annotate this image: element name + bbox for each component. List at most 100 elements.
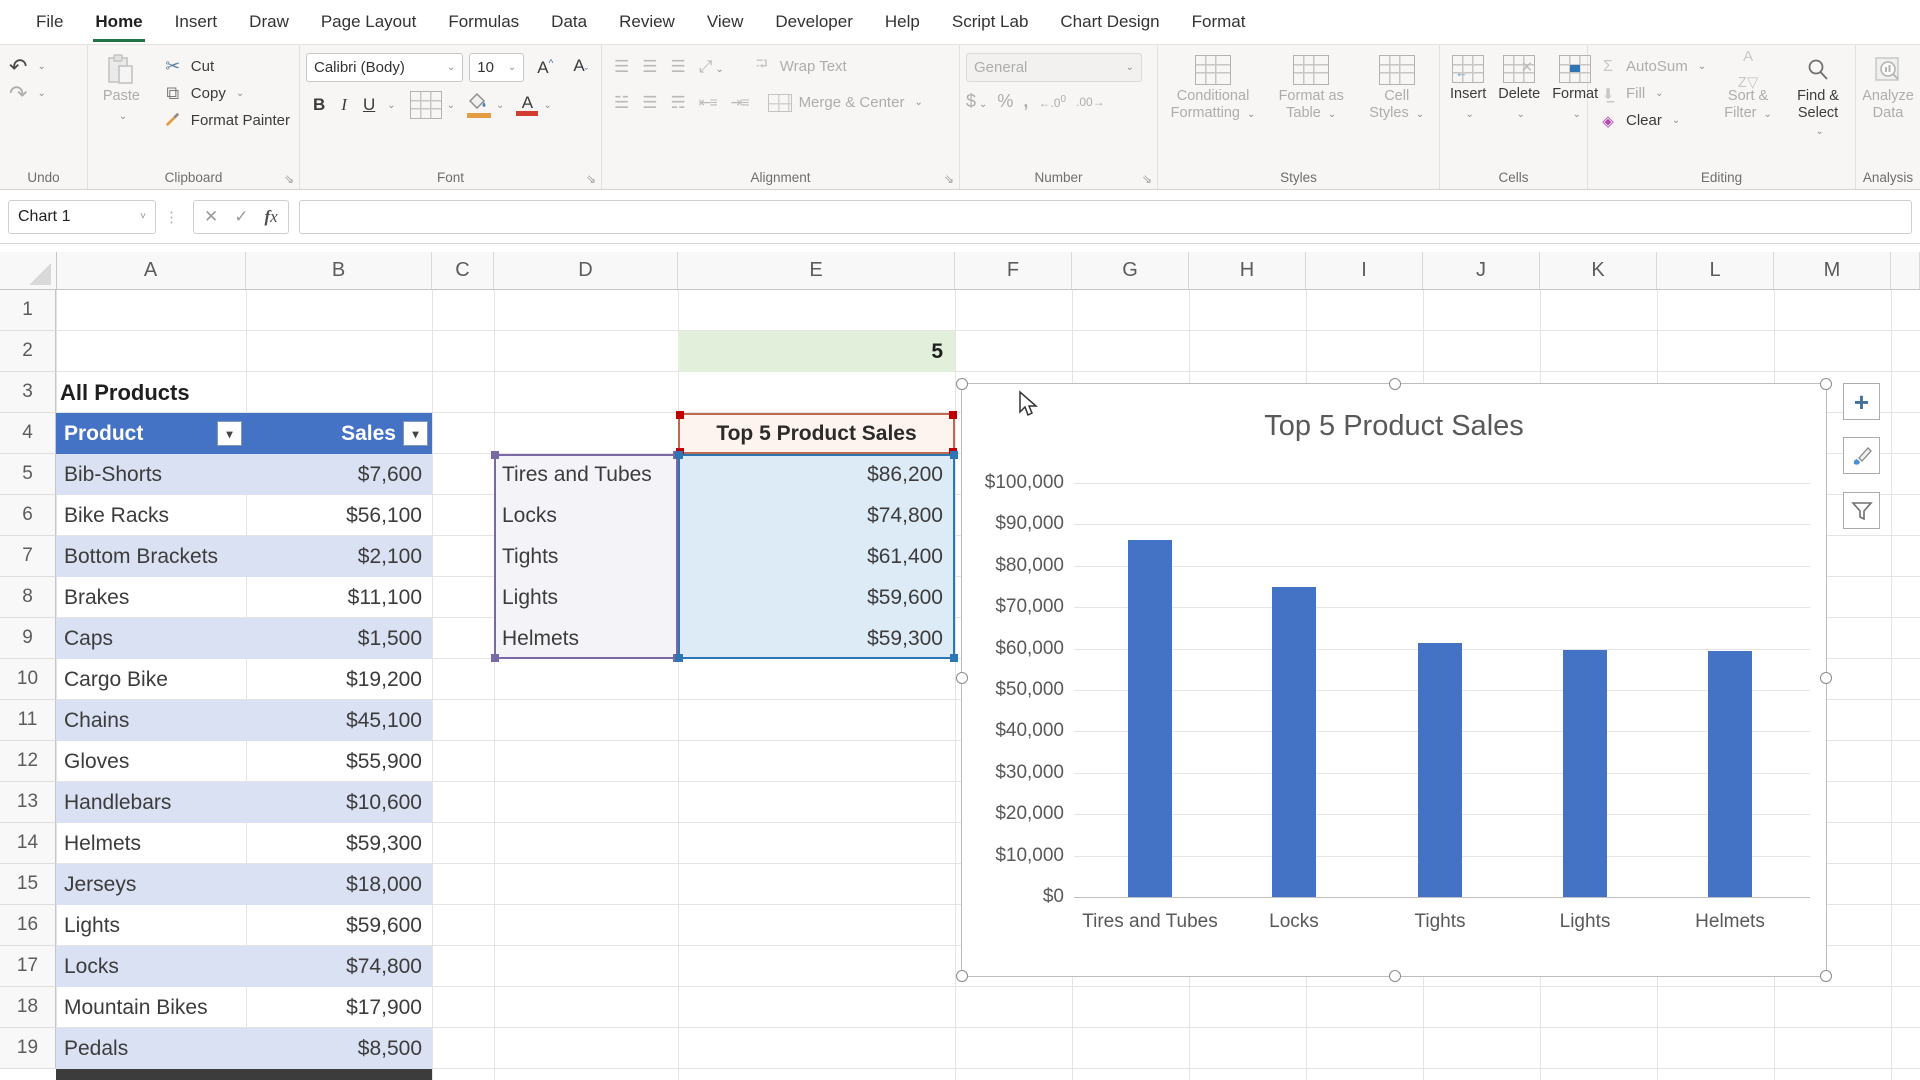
column-header-L[interactable]: L bbox=[1657, 252, 1774, 289]
grow-font-button[interactable]: A^ bbox=[530, 56, 560, 80]
tab-data[interactable]: Data bbox=[535, 0, 603, 44]
top5-sales-cell[interactable]: $74,800 bbox=[680, 495, 943, 536]
paste-button[interactable]: Paste ⌄ bbox=[94, 53, 149, 127]
top5-name-cell[interactable]: Locks bbox=[502, 495, 674, 536]
product-name-cell[interactable]: Bottom Brackets bbox=[56, 536, 246, 577]
product-name-cell[interactable]: Brakes bbox=[56, 577, 246, 618]
product-name-cell[interactable]: Bike Racks bbox=[56, 495, 246, 536]
chart-elements-button[interactable]: + bbox=[1843, 383, 1880, 420]
analyze-data-button[interactable]: Analyze Data bbox=[1862, 53, 1914, 124]
font-name-select[interactable]: Calibri (Body)⌄ bbox=[306, 53, 463, 82]
row-header-12[interactable]: 12 bbox=[0, 741, 56, 782]
row-header-11[interactable]: 11 bbox=[0, 700, 56, 741]
product-sales-cell[interactable]: $8,500 bbox=[246, 1028, 432, 1069]
tab-developer[interactable]: Developer bbox=[759, 0, 869, 44]
row-header-17[interactable]: 17 bbox=[0, 946, 56, 987]
clear-button[interactable]: ◈ Clear⌄ bbox=[1594, 107, 1709, 134]
chart-handle-middle-left[interactable] bbox=[956, 672, 968, 684]
comma-style-button[interactable]: , bbox=[1023, 91, 1028, 112]
row-header-1[interactable]: 1 bbox=[0, 290, 56, 331]
align-bottom-button[interactable]: ☰ bbox=[665, 56, 691, 78]
tab-home[interactable]: Home bbox=[79, 0, 158, 44]
number-format-select[interactable]: General⌄ bbox=[966, 53, 1142, 82]
undo-button[interactable]: ↶⌄ bbox=[6, 53, 81, 80]
align-left-button[interactable]: ☱ bbox=[608, 92, 634, 114]
product-name-cell[interactable]: Cargo Bike bbox=[56, 659, 246, 700]
tab-formulas[interactable]: Formulas bbox=[432, 0, 535, 44]
chart-filters-button[interactable] bbox=[1843, 492, 1880, 529]
product-name-cell[interactable]: Pedals bbox=[56, 1028, 246, 1069]
column-header-E[interactable]: E bbox=[678, 252, 955, 289]
number-dialog-launcher-icon[interactable]: ⇘ bbox=[1142, 172, 1152, 186]
chart-handle-middle-right[interactable] bbox=[1820, 672, 1832, 684]
top5-name-cell[interactable]: Tires and Tubes bbox=[502, 454, 674, 495]
product-sales-cell[interactable]: $18,000 bbox=[246, 864, 432, 905]
conditional-formatting-button[interactable]: Conditional Formatting ⌄ bbox=[1164, 53, 1262, 163]
chart-handle-bottom-right[interactable] bbox=[1820, 970, 1832, 982]
product-sales-cell[interactable]: $2,100 bbox=[246, 536, 432, 577]
tab-draw[interactable]: Draw bbox=[233, 0, 305, 44]
column-header-M[interactable]: M bbox=[1774, 252, 1891, 289]
column-header-A[interactable]: A bbox=[56, 252, 246, 289]
select-all-button[interactable] bbox=[0, 252, 57, 289]
chart-styles-button[interactable] bbox=[1843, 437, 1880, 474]
row-header-13[interactable]: 13 bbox=[0, 782, 56, 823]
format-as-table-button[interactable]: Format as Table ⌄ bbox=[1268, 53, 1354, 163]
enter-icon[interactable]: ✓ bbox=[234, 207, 248, 227]
column-header-G[interactable]: G bbox=[1072, 252, 1189, 289]
tab-page-layout[interactable]: Page Layout bbox=[305, 0, 432, 44]
top5-name-cell[interactable]: Lights bbox=[502, 577, 674, 618]
bar-locks[interactable] bbox=[1272, 587, 1316, 897]
italic-button[interactable]: I bbox=[334, 93, 354, 117]
product-sales-cell[interactable]: $45,100 bbox=[246, 700, 432, 741]
fill-color-button[interactable] bbox=[467, 93, 491, 118]
column-header-K[interactable]: K bbox=[1540, 252, 1657, 289]
column-header-J[interactable]: J bbox=[1423, 252, 1540, 289]
align-top-button[interactable]: ☰ bbox=[608, 56, 634, 78]
row-header-8[interactable]: 8 bbox=[0, 577, 56, 618]
product-column-header[interactable]: Product▾ bbox=[56, 413, 246, 454]
product-name-cell[interactable]: Jerseys bbox=[56, 864, 246, 905]
row-header-7[interactable]: 7 bbox=[0, 536, 56, 577]
product-name-cell[interactable]: Lights bbox=[56, 905, 246, 946]
delete-cells-button[interactable]: ✕ Delete ⌄ bbox=[1494, 53, 1544, 163]
product-sales-cell[interactable]: $1,500 bbox=[246, 618, 432, 659]
column-header-F[interactable]: F bbox=[955, 252, 1072, 289]
product-sales-cell[interactable]: $10,600 bbox=[246, 782, 432, 823]
top5-sales-cell[interactable]: $61,400 bbox=[680, 536, 943, 577]
chart-title[interactable]: Top 5 Product Sales bbox=[962, 410, 1826, 443]
font-size-select[interactable]: 10⌄ bbox=[469, 53, 524, 82]
column-header-C[interactable]: C bbox=[432, 252, 494, 289]
bar-lights[interactable] bbox=[1563, 650, 1607, 897]
alignment-dialog-launcher-icon[interactable]: ⇘ bbox=[944, 172, 954, 186]
font-color-button[interactable]: A bbox=[516, 95, 538, 116]
borders-button[interactable] bbox=[410, 91, 442, 119]
top5-sales-cell[interactable]: $86,200 bbox=[680, 454, 943, 495]
insert-function-icon[interactable]: fx bbox=[265, 207, 278, 227]
accounting-format-button[interactable]: $⌄ bbox=[966, 91, 987, 112]
product-filter-button[interactable]: ▾ bbox=[217, 421, 242, 446]
product-name-cell[interactable]: Chains bbox=[56, 700, 246, 741]
wrap-text-button[interactable]: ⮒ Wrap Text bbox=[748, 53, 850, 80]
formula-input[interactable] bbox=[299, 200, 1912, 234]
bar-helmets[interactable] bbox=[1708, 651, 1752, 897]
orientation-button[interactable]: ⤢⌄ bbox=[693, 56, 730, 78]
row-header-16[interactable]: 16 bbox=[0, 905, 56, 946]
decrease-indent-button[interactable]: ⇤≡ bbox=[693, 93, 723, 112]
merge-center-button[interactable]: Merge & Center ⌄ bbox=[765, 89, 926, 116]
chart-handle-bottom-center[interactable] bbox=[1389, 970, 1401, 982]
product-name-cell[interactable]: Helmets bbox=[56, 823, 246, 864]
autosum-button[interactable]: Σ AutoSum⌄ bbox=[1594, 53, 1709, 80]
shrink-font-button[interactable]: Aˇ bbox=[566, 54, 595, 80]
clipboard-dialog-launcher-icon[interactable]: ⇘ bbox=[284, 172, 294, 186]
tab-view[interactable]: View bbox=[691, 0, 760, 44]
align-middle-button[interactable]: ☰ bbox=[636, 56, 662, 78]
name-box[interactable]: Chart 1 ˅ bbox=[8, 200, 156, 234]
row-header-5[interactable]: 5 bbox=[0, 454, 56, 495]
chart-handle-bottom-left[interactable] bbox=[956, 970, 968, 982]
increase-indent-button[interactable]: ⇥≡ bbox=[725, 93, 755, 112]
row-header-9[interactable]: 9 bbox=[0, 618, 56, 659]
fill-button[interactable]: ⬇̲ Fill⌄ bbox=[1594, 80, 1709, 107]
row-header-19[interactable]: 19 bbox=[0, 1028, 56, 1069]
column-header-H[interactable]: H bbox=[1189, 252, 1306, 289]
